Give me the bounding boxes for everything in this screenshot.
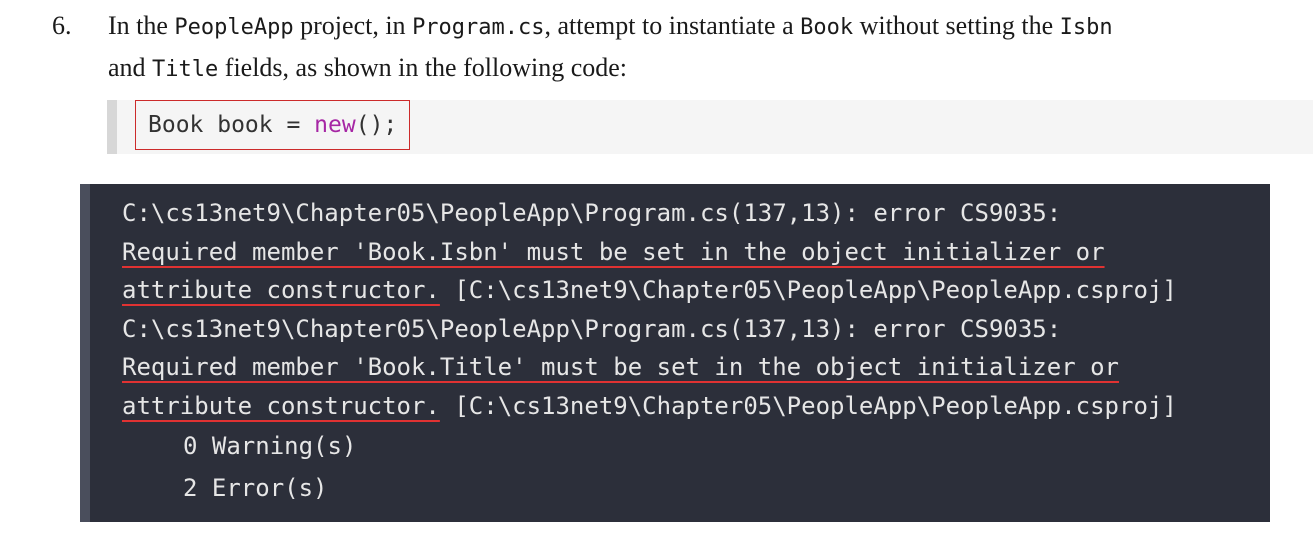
text-segment: fields, as shown in the following code:: [218, 53, 627, 82]
error-1-path: C:\cs13net9\Chapter05\PeopleApp\Program.…: [122, 199, 1062, 227]
terminal-lines: C:\cs13net9\Chapter05\PeopleApp\Program.…: [122, 194, 1272, 509]
text-segment: In the: [108, 11, 175, 40]
step-line-1: In the PeopleApp project, in Program.cs,…: [108, 6, 1313, 48]
code-keyword-new: new: [314, 112, 356, 138]
error-count: 2 Error(s): [183, 474, 328, 502]
warning-count: 0 Warning(s): [183, 432, 357, 460]
error-1-message-line-2: attribute constructor. [C:\cs13net9\Chap…: [122, 271, 1272, 310]
code-text: Book book =: [148, 112, 315, 138]
code-text: ();: [355, 112, 398, 138]
inline-code-peopleapp: PeopleApp: [174, 15, 294, 40]
step-text: In the PeopleApp project, in Program.cs,…: [108, 6, 1313, 90]
code-block: Book book = new();: [107, 100, 1313, 154]
inline-code-title: Title: [152, 57, 219, 82]
error-2-message-line-1: Required member 'Book.Title' must be set…: [122, 348, 1272, 387]
error-2-message-line-2: attribute constructor. [C:\cs13net9\Chap…: [122, 387, 1272, 426]
highlighted-code-line: Book book = new();: [135, 100, 411, 150]
error-2-message-underlined: Required member 'Book.Title' must be set…: [122, 353, 1119, 381]
error-1-message-underlined: Required member 'Book.Isbn' must be set …: [122, 237, 1105, 266]
terminal-output: C:\cs13net9\Chapter05\PeopleApp\Program.…: [80, 184, 1270, 522]
inline-code-book: Book: [800, 15, 854, 40]
error-1-message-underlined-2: attribute constructor.: [122, 276, 440, 304]
error-1-project: [C:\cs13net9\Chapter05\PeopleApp\PeopleA…: [439, 276, 1177, 304]
step-line-2: and Title fields, as shown in the follow…: [108, 48, 1313, 90]
error-2-path: C:\cs13net9\Chapter05\PeopleApp\Program.…: [122, 314, 1062, 343]
text-segment: without setting the: [853, 11, 1060, 40]
instruction-step: 6. In the PeopleApp project, in Program.…: [52, 6, 1313, 96]
text-segment: and: [108, 53, 153, 82]
text-segment: project, in: [293, 11, 413, 40]
text-segment: , attempt to instantiate a: [544, 11, 801, 40]
error-2-project: [C:\cs13net9\Chapter05\PeopleApp\PeopleA…: [439, 391, 1177, 420]
inline-code-program-cs: Program.cs: [412, 15, 545, 40]
step-number: 6.: [52, 11, 72, 40]
inline-code-isbn: Isbn: [1059, 15, 1113, 40]
error-2-message-underlined-2: attribute constructor.: [122, 391, 440, 420]
error-1-message-line-1: Required member 'Book.Isbn' must be set …: [122, 233, 1272, 272]
